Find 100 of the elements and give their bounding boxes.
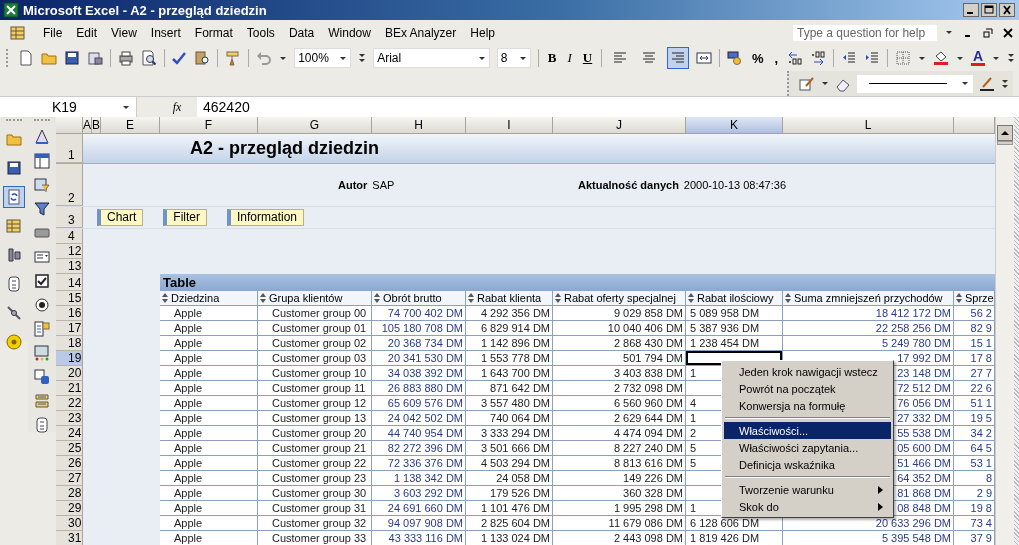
chart-edit-icon[interactable] <box>799 75 815 92</box>
menu-item[interactable]: Edit <box>69 23 105 42</box>
currency-icon[interactable] <box>726 50 743 66</box>
maximize-button[interactable] <box>981 3 997 17</box>
zoom-dropdown[interactable]: 100% <box>294 48 352 68</box>
decrease-indent-icon[interactable] <box>841 50 857 66</box>
dropdown-icon[interactable] <box>34 249 50 265</box>
toolbar-options-icon[interactable] <box>1001 77 1009 90</box>
row-header[interactable]: 13 <box>56 259 83 274</box>
format-button[interactable]: I <box>565 50 574 66</box>
table-column-header[interactable]: Rabat ilościowy <box>686 291 783 306</box>
monitor-icon[interactable] <box>34 345 50 361</box>
row-header[interactable]: 30 <box>56 516 83 531</box>
caret-icon[interactable] <box>917 54 926 62</box>
menu-item[interactable]: Data <box>281 23 322 42</box>
text-box-icon[interactable] <box>34 369 50 385</box>
row-header[interactable]: 23 <box>56 411 83 426</box>
menu-item[interactable]: Tools <box>239 23 282 42</box>
fill-color-icon[interactable] <box>932 50 949 66</box>
row-header[interactable]: 27 <box>56 471 83 486</box>
menu-item[interactable]: Właściwości... <box>724 422 891 439</box>
workbook-icon[interactable] <box>10 24 26 41</box>
row-header[interactable]: 25 <box>56 441 83 456</box>
row-header[interactable]: 21 <box>56 381 83 396</box>
pen-icon[interactable] <box>979 75 995 92</box>
menu-item[interactable]: Format <box>187 23 240 42</box>
increase-decimal-icon[interactable] <box>787 50 804 66</box>
decrease-decimal-icon[interactable] <box>810 50 827 66</box>
table-column-header[interactable]: Obrót brutto <box>372 291 466 306</box>
scroll-icon[interactable] <box>34 393 50 409</box>
row-header[interactable]: 20 <box>56 366 83 381</box>
row-header[interactable]: 3 <box>56 206 83 228</box>
sort-icon[interactable] <box>555 293 561 303</box>
report-button[interactable]: Information <box>227 208 305 226</box>
document-icon[interactable] <box>34 321 50 337</box>
filter-icon[interactable] <box>34 201 50 217</box>
column-header[interactable]: F <box>160 117 258 134</box>
sort-icon[interactable] <box>374 293 380 303</box>
table-filter-icon[interactable] <box>34 177 50 193</box>
checkbox-icon[interactable] <box>34 273 50 289</box>
font-color-button[interactable]: A <box>970 50 985 66</box>
menu-item[interactable]: BEx Analyzer <box>377 23 464 42</box>
table-column-header[interactable]: Dziedzina <box>160 291 258 306</box>
sort-icon[interactable] <box>162 293 168 303</box>
table-column-header[interactable]: Grupa klientów <box>258 291 372 306</box>
formula-field[interactable]: 462420 <box>197 99 1019 115</box>
toolbar-options-icon[interactable] <box>358 52 367 64</box>
column-header[interactable]: G <box>258 117 372 134</box>
caret-icon[interactable] <box>955 54 964 62</box>
sort-icon[interactable] <box>785 293 791 303</box>
minimize-button[interactable] <box>963 3 979 17</box>
caret-icon[interactable] <box>821 80 829 87</box>
menu-item[interactable]: Window <box>321 23 378 42</box>
sort-icon[interactable] <box>468 293 474 303</box>
close-button[interactable] <box>999 3 1015 17</box>
save-icon[interactable] <box>63 50 80 66</box>
menu-item[interactable]: View <box>104 23 144 42</box>
format-button[interactable]: U <box>580 50 595 66</box>
table-column-header[interactable]: Suma zmniejszeń przychodów <box>783 291 954 306</box>
close-icon[interactable] <box>1003 27 1013 38</box>
row-header[interactable]: 12 <box>56 244 83 259</box>
menu-item[interactable]: Insert <box>143 23 188 42</box>
row-header[interactable]: 29 <box>56 501 83 516</box>
column-header[interactable]: H <box>372 117 466 134</box>
row-header[interactable]: 26 <box>56 456 83 471</box>
row-header[interactable]: 16 <box>56 306 83 321</box>
restore-icon[interactable] <box>983 27 993 38</box>
print-preview-icon[interactable] <box>140 50 157 66</box>
row-header[interactable]: 4 <box>56 229 83 244</box>
folder-icon[interactable] <box>40 50 57 66</box>
research-icon[interactable] <box>194 50 211 66</box>
row-header[interactable]: 18 <box>56 336 83 351</box>
row-header[interactable]: 17 <box>56 321 83 336</box>
row-header[interactable]: 14 <box>56 274 83 291</box>
row-header[interactable]: 1 <box>56 134 83 164</box>
column-header[interactable]: J <box>553 117 686 134</box>
table-icon[interactable] <box>34 153 50 169</box>
compass-icon[interactable] <box>34 129 50 145</box>
menu-item[interactable]: Help <box>463 23 502 42</box>
increase-indent-icon[interactable] <box>864 50 880 66</box>
row-header[interactable]: 15 <box>56 291 83 306</box>
spellcheck-icon[interactable] <box>171 50 188 66</box>
table-column-header[interactable]: Sprze <box>954 291 995 306</box>
column-header[interactable]: L <box>783 117 954 134</box>
help-icon[interactable] <box>3 331 25 353</box>
radio-icon[interactable] <box>34 297 50 313</box>
align-right-icon[interactable] <box>667 47 690 69</box>
table-column-header[interactable]: Rabat oferty specjalnej <box>553 291 686 306</box>
calculator-icon[interactable] <box>34 417 50 433</box>
toolbar-options-icon[interactable] <box>1007 52 1015 64</box>
row-header[interactable]: 2 <box>56 164 83 206</box>
merge-cells-icon[interactable] <box>696 50 713 66</box>
function-label[interactable]: fx <box>137 97 197 117</box>
row-header[interactable]: 28 <box>56 486 83 501</box>
document-lock-icon[interactable] <box>86 50 103 66</box>
row-header[interactable]: 19 <box>56 351 83 366</box>
column-header[interactable]: I <box>466 117 553 134</box>
line-style-dropdown[interactable] <box>857 74 973 93</box>
column-header[interactable]: K <box>686 117 783 134</box>
column-header[interactable]: E <box>101 117 160 134</box>
